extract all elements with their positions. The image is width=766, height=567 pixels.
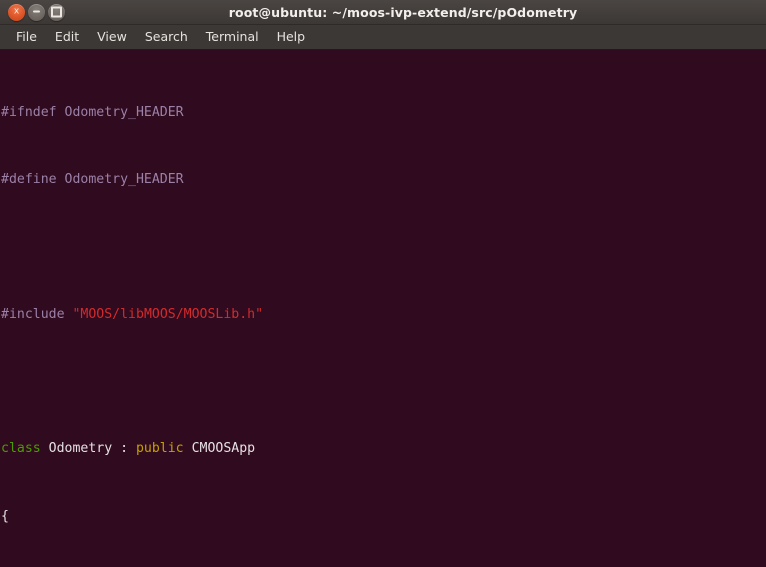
close-button[interactable]: x [8, 3, 25, 21]
macro-name: Odometry_HEADER [56, 171, 184, 187]
maximize-button[interactable] [48, 3, 65, 21]
window-controls: x [8, 3, 65, 21]
menu-item-help[interactable]: Help [268, 27, 315, 47]
code-line: { [1, 509, 766, 526]
menu-item-file[interactable]: File [7, 27, 46, 47]
terminal-screen[interactable]: #ifndef Odometry_HEADER #define Odometry… [0, 50, 766, 567]
minimize-button[interactable] [28, 3, 45, 21]
maximize-icon [51, 6, 62, 17]
keyword-public: public [135, 441, 184, 457]
window-title: root@ubuntu: ~/moos-ivp-extend/src/pOdom… [228, 4, 578, 20]
code-line: #define Odometry_HEADER [1, 172, 766, 189]
menu-item-terminal[interactable]: Terminal [197, 27, 268, 47]
open-brace: { [1, 508, 9, 524]
menu-item-search[interactable]: Search [136, 27, 197, 47]
code-editor-buffer[interactable]: #ifndef Odometry_HEADER #define Odometry… [0, 52, 766, 567]
menu-item-edit[interactable]: Edit [46, 27, 88, 47]
close-icon: x [13, 6, 20, 16]
keyword-class: class [1, 441, 41, 457]
preprocessor-directive: #include [1, 306, 65, 322]
preprocessor-directive: #define [1, 171, 57, 187]
macro-name: Odometry_HEADER [56, 104, 184, 120]
class-name: Odometry : [40, 441, 136, 457]
status-line: 22,2 97% [0, 554, 766, 567]
base-class-name: CMOOSApp [183, 441, 256, 457]
code-line: #ifndef Odometry_HEADER [1, 105, 766, 122]
menu-item-view[interactable]: View [88, 27, 136, 47]
terminal-window: x root@ubuntu: ~/moos-ivp-extend/src/pOd… [0, 0, 766, 567]
menu-bar: File Edit View Search Terminal Help [0, 25, 766, 50]
minimize-icon [33, 10, 40, 13]
code-line: class Odometry : public CMOOSApp [1, 441, 766, 458]
preprocessor-directive: #ifndef [1, 104, 57, 120]
code-line: #include "MOOS/libMOOS/MOOSLib.h" [1, 307, 766, 324]
title-bar: x root@ubuntu: ~/moos-ivp-extend/src/pOd… [0, 0, 766, 25]
include-path-string: "MOOS/libMOOS/MOOSLib.h" [72, 306, 264, 322]
